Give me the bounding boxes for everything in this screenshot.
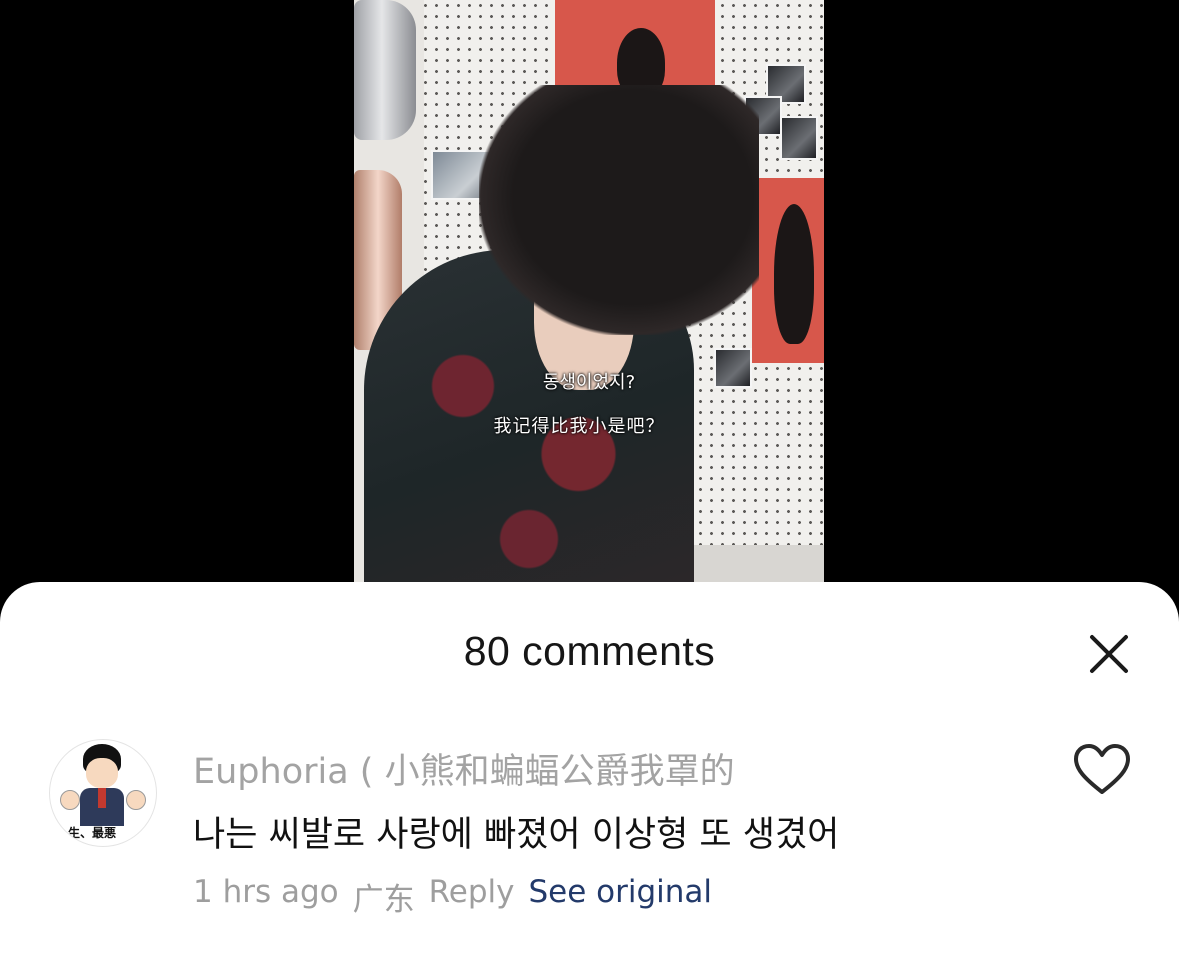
avatar-caption: 生、最悪: [68, 826, 117, 840]
avatar-tie: [98, 788, 106, 808]
comments-count-title: 80 comments: [463, 628, 716, 674]
comments-sheet: 80 comments 生、最悪 Euphoria ( 小熊和蝙蝠公爵我罩的 나…: [0, 582, 1179, 966]
comment-location: 广东: [352, 882, 415, 918]
video-poster-right: [752, 178, 824, 363]
comment-username[interactable]: Euphoria ( 小熊和蝙蝠公爵我罩的: [193, 743, 735, 794]
comment-item: 生、最悪 Euphoria ( 小熊和蝙蝠公爵我罩的 나는 씨발로 사랑에 빠졌…: [0, 734, 1179, 934]
avatar-hand-left: [60, 790, 80, 810]
video-player[interactable]: 동생이었지? 我记得比我小是吧？: [354, 0, 824, 582]
see-original-link[interactable]: See original: [528, 874, 712, 919]
screen: 동생이었지? 我记得比我小是吧？ 80 comments 生、最悪 Euphor…: [0, 0, 1179, 966]
video-subtitle-korean: 동생이었지?: [542, 372, 636, 393]
video-balloon-silver: [354, 0, 416, 140]
heart-icon-svg: [1074, 744, 1130, 794]
comment-timestamp: 1 hrs ago: [193, 874, 339, 910]
avatar-face: [86, 758, 118, 788]
video-photo-4: [780, 116, 818, 160]
close-icon[interactable]: [1082, 628, 1136, 682]
avatar[interactable]: 生、最悪: [49, 739, 157, 847]
comment-meta: 1 hrs ago 广东 Reply See original: [193, 874, 712, 919]
video-subtitle-chinese: 我记得比我小是吧？: [493, 416, 665, 437]
avatar-hand-right: [126, 790, 146, 810]
video-poster-figure: [774, 204, 814, 344]
heart-outline-icon[interactable]: [1072, 742, 1132, 798]
reply-button[interactable]: Reply: [429, 874, 515, 919]
comment-text: 나는 씨발로 사랑에 빠졌어 이상형 또 생겼어: [193, 815, 840, 855]
video-person-hair: [479, 85, 759, 335]
